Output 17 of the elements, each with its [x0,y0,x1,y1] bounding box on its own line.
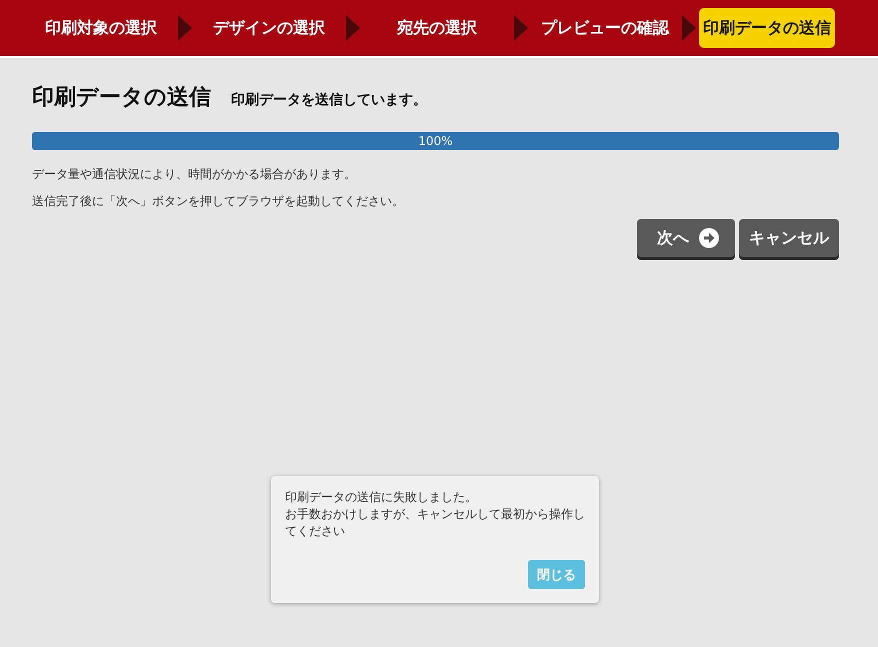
step-arrow-icon [682,15,696,41]
help-text: 送信完了後に「次へ」ボタンを押してブラウザを起動してください。 [32,193,405,210]
step-arrow-icon [346,15,360,41]
page-subtitle: 印刷データを送信しています。 [231,91,427,109]
step-arrow-icon [514,15,528,41]
help-text: データ量や通信状況により、時間がかかる場合があります。 [32,166,357,183]
step-arrow-icon [178,15,192,41]
step-label: デザインの選択 [212,16,326,38]
progress-reading: 100% [417,133,454,150]
error-message: 印刷データの送信に失敗しました。 お手数おかけしますが、キャンセルして最初から操作してください [285,489,585,540]
next-button[interactable]: 次へ [637,219,735,257]
cancel-button[interactable]: キャンセル [739,219,839,257]
arrow-circle-icon [699,228,719,248]
step-label: 宛先の選択 [396,16,478,38]
step-label: 印刷対象の選択 [44,16,158,38]
page-title: 印刷データの送信 [32,84,211,112]
step-label: プレビューの確認 [540,16,670,38]
